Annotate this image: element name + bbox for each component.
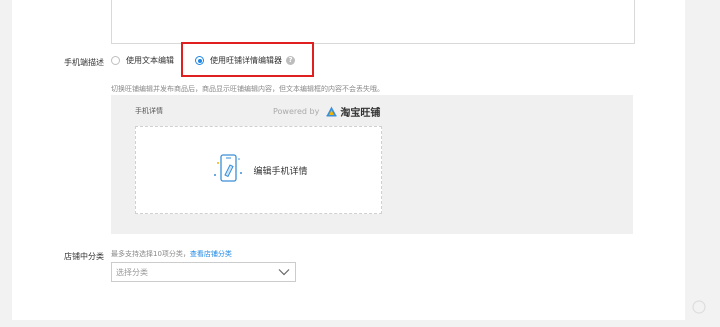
highlight-box	[181, 42, 314, 77]
category-select-placeholder: 选择分类	[116, 267, 148, 277]
text-description-textarea[interactable]	[111, 0, 635, 44]
watermark-icon	[692, 300, 706, 314]
category-select[interactable]: 选择分类	[111, 262, 296, 282]
radio-text-editor-label: 使用文本编辑	[126, 56, 174, 65]
switch-hint: 切换旺铺编辑并发布商品后，商品显示旺铺编辑内容，但文本编辑框的内容不会丢失哦。	[111, 85, 384, 93]
radio-circle[interactable]	[111, 56, 120, 65]
form-card: 手机端描述 使用文本编辑 使用旺铺详情编辑器 ? 切换旺铺编辑并发布商品后，商品…	[12, 0, 685, 320]
editor-title: 手机详情	[135, 107, 163, 115]
category-hint-text: 最多支持选择10项分类，	[111, 250, 190, 258]
taobao-wangpu-logo: 淘宝旺铺	[326, 104, 380, 119]
phone-edit-icon	[214, 154, 243, 182]
view-categories-link[interactable]: 查看店铺分类	[190, 250, 232, 258]
edit-mobile-detail-button[interactable]: 编辑手机详情	[135, 126, 382, 214]
wangpu-logo-icon	[326, 106, 337, 117]
chevron-down-icon	[278, 269, 290, 276]
powered-by-text: Powered by	[273, 107, 320, 116]
powered-by: Powered by 淘宝旺铺	[273, 104, 380, 119]
edit-mobile-detail-label: 编辑手机详情	[253, 166, 308, 177]
brand-name: 淘宝旺铺	[340, 108, 381, 119]
wangpu-editor-area: 手机详情 Powered by 淘宝旺铺 编辑手机详情	[111, 95, 633, 234]
category-hint: 最多支持选择10项分类，查看店铺分类	[111, 249, 232, 259]
radio-text-editor[interactable]: 使用文本编辑	[111, 55, 174, 66]
category-label: 店铺中分类	[64, 252, 104, 261]
mobile-desc-label: 手机端描述	[64, 58, 104, 67]
